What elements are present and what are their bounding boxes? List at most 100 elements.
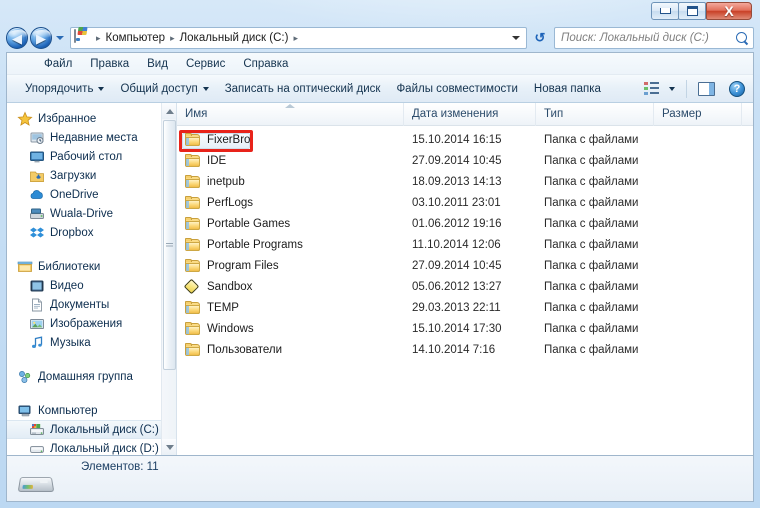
organize-button[interactable]: Упорядочить xyxy=(17,79,112,99)
preview-pane-button[interactable] xyxy=(694,78,719,100)
file-name-cell[interactable]: Portable Games xyxy=(177,216,404,231)
column-label-name: Имя xyxy=(185,108,208,120)
folder-icon xyxy=(185,258,201,273)
file-name-cell[interactable]: IDE xyxy=(177,153,404,168)
menu-item-edit[interactable]: Правка xyxy=(81,56,138,72)
menu-item-tools[interactable]: Сервис xyxy=(177,56,234,72)
sidebar-item-homegroup[interactable]: Домашняя группа xyxy=(7,367,176,386)
navigation-pane: Избранное Недавние места Рабочий стол За… xyxy=(7,103,177,455)
folder-icon xyxy=(185,195,201,210)
file-name-cell[interactable]: Program Files xyxy=(177,258,404,273)
file-name-cell[interactable]: Windows xyxy=(177,321,404,336)
search-input[interactable]: Поиск: Локальный диск (C:) xyxy=(561,32,736,44)
new-folder-button[interactable]: Новая папка xyxy=(526,79,609,99)
music-icon xyxy=(29,335,45,351)
sidebar-item-pictures[interactable]: Изображения xyxy=(7,314,176,333)
back-button[interactable]: ◀ xyxy=(6,27,28,49)
computer-icon xyxy=(17,403,33,419)
file-name-cell[interactable]: PerfLogs xyxy=(177,195,404,210)
scrollbar-thumb[interactable] xyxy=(163,120,176,370)
file-name-cell[interactable]: Пользователи xyxy=(177,342,404,357)
nav-group-computer: Компьютер Локальный диск (C:) Локальный … xyxy=(7,401,176,455)
sidebar-item-downloads[interactable]: Загрузки xyxy=(7,166,176,185)
address-dropdown-icon[interactable] xyxy=(512,36,520,40)
organize-label: Упорядочить xyxy=(25,82,94,95)
navigation-pane-scrollbar[interactable] xyxy=(161,103,176,455)
sidebar-item-recent-places[interactable]: Недавние места xyxy=(7,128,176,147)
back-arrow-icon: ◀ xyxy=(12,30,22,46)
sidebar-item-local-disk-c[interactable]: Локальный диск (C:) xyxy=(7,420,176,439)
dropbox-icon xyxy=(29,225,45,241)
column-header-date-modified[interactable]: Дата изменения xyxy=(404,102,536,126)
libraries-icon xyxy=(17,259,33,275)
table-row[interactable]: Windows 15.10.2014 17:30 Папка с файлами xyxy=(177,318,753,339)
file-name-cell[interactable]: Portable Programs xyxy=(177,237,404,252)
breadcrumb-computer[interactable]: Компьютер xyxy=(105,32,167,44)
table-row[interactable]: inetpub 18.09.2013 14:13 Папка с файлами xyxy=(177,171,753,192)
sidebar-item-libraries[interactable]: Библиотеки xyxy=(7,257,176,276)
sidebar-label-local-disk-c: Локальный диск (C:) xyxy=(50,423,159,436)
file-type-cell: Папка с файлами xyxy=(544,322,639,335)
minimize-button[interactable] xyxy=(651,2,679,20)
share-button[interactable]: Общий доступ xyxy=(112,79,216,99)
compatibility-files-button[interactable]: Файлы совместимости xyxy=(388,79,525,99)
sidebar-label-video: Видео xyxy=(50,279,84,292)
menu-item-help[interactable]: Справка xyxy=(234,56,297,72)
file-name-cell[interactable]: inetpub xyxy=(177,174,404,189)
scrollbar-grip-icon xyxy=(166,242,173,248)
file-type-cell: Папка с файлами xyxy=(544,238,639,251)
sidebar-item-music[interactable]: Музыка xyxy=(7,333,176,352)
sidebar-item-desktop[interactable]: Рабочий стол xyxy=(7,147,176,166)
close-button[interactable]: X xyxy=(706,2,752,20)
forward-button[interactable]: ▶ xyxy=(30,27,52,49)
menu-item-view[interactable]: Вид xyxy=(138,56,177,72)
sidebar-label-pictures: Изображения xyxy=(50,317,123,330)
sidebar-item-onedrive[interactable]: OneDrive xyxy=(7,185,176,204)
table-row[interactable]: Program Files 27.09.2014 10:45 Папка с ф… xyxy=(177,255,753,276)
sidebar-label-dropbox: Dropbox xyxy=(50,226,94,239)
menu-item-file[interactable]: Файл xyxy=(35,56,81,72)
scroll-up-button[interactable] xyxy=(162,103,176,119)
file-name-label: Portable Programs xyxy=(207,238,303,251)
sidebar-item-favorites[interactable]: Избранное xyxy=(7,109,176,128)
sidebar-item-local-disk-d[interactable]: Локальный диск (D:) xyxy=(7,439,176,455)
help-button[interactable]: ? xyxy=(729,80,745,97)
maximize-button[interactable] xyxy=(678,2,706,20)
file-name-cell[interactable]: TEMP xyxy=(177,300,404,315)
sidebar-item-documents[interactable]: Документы xyxy=(7,295,176,314)
sidebar-item-computer[interactable]: Компьютер xyxy=(7,401,176,420)
table-row[interactable]: PerfLogs 03.10.2011 23:01 Папка с файлам… xyxy=(177,192,753,213)
forward-arrow-icon: ▶ xyxy=(36,30,46,46)
column-label-size: Размер xyxy=(662,108,702,120)
column-header-type[interactable]: Тип xyxy=(536,102,654,126)
address-input[interactable]: ▸ Компьютер ▸ Локальный диск (C:) ▸ xyxy=(70,27,527,49)
table-row[interactable]: FixerBro 15.10.2014 16:15 Папка с файлам… xyxy=(177,129,753,152)
refresh-button[interactable]: ↺ xyxy=(529,27,551,49)
sidebar-item-dropbox[interactable]: Dropbox xyxy=(7,223,176,242)
address-bar-row: ◀ ▶ ▸ Компьютер ▸ Локальный диск (C:) ▸ … xyxy=(6,25,754,51)
table-row[interactable]: TEMP 29.03.2013 22:11 Папка с файлами xyxy=(177,297,753,318)
breadcrumb-local-disk-c[interactable]: Локальный диск (C:) xyxy=(179,32,290,44)
table-row[interactable]: Пользователи 14.10.2014 7:16 Папка с фай… xyxy=(177,339,753,360)
recent-pages-button[interactable] xyxy=(53,36,67,40)
sidebar-item-wuala-drive[interactable]: Wuala-Drive xyxy=(7,204,176,223)
file-name-cell[interactable]: FixerBro xyxy=(177,129,404,152)
table-row[interactable]: Portable Programs 11.10.2014 12:06 Папка… xyxy=(177,234,753,255)
breadcrumb-separator-1[interactable]: ▸ xyxy=(166,33,179,44)
breadcrumb-separator-2[interactable]: ▸ xyxy=(289,33,302,44)
search-box[interactable]: Поиск: Локальный диск (C:) xyxy=(554,27,754,49)
sidebar-item-video[interactable]: Видео xyxy=(7,276,176,295)
table-row[interactable]: Sandbox 05.06.2012 13:27 Папка с файлами xyxy=(177,276,753,297)
file-date-cell: 01.06.2012 19:16 xyxy=(412,217,502,230)
file-name-cell[interactable]: Sandbox xyxy=(177,278,404,294)
column-header-size[interactable]: Размер xyxy=(654,102,742,126)
folder-icon xyxy=(185,237,201,252)
table-row[interactable]: IDE 27.09.2014 10:45 Папка с файлами xyxy=(177,150,753,171)
table-row[interactable]: Portable Games 01.06.2012 19:16 Папка с … xyxy=(177,213,753,234)
column-header-name[interactable]: Имя xyxy=(177,102,404,126)
change-view-button[interactable] xyxy=(640,78,679,99)
scroll-down-button[interactable] xyxy=(162,439,176,455)
burn-to-disc-button[interactable]: Записать на оптический диск xyxy=(217,79,389,99)
close-icon: X xyxy=(724,3,734,19)
recent-places-icon xyxy=(29,130,45,146)
